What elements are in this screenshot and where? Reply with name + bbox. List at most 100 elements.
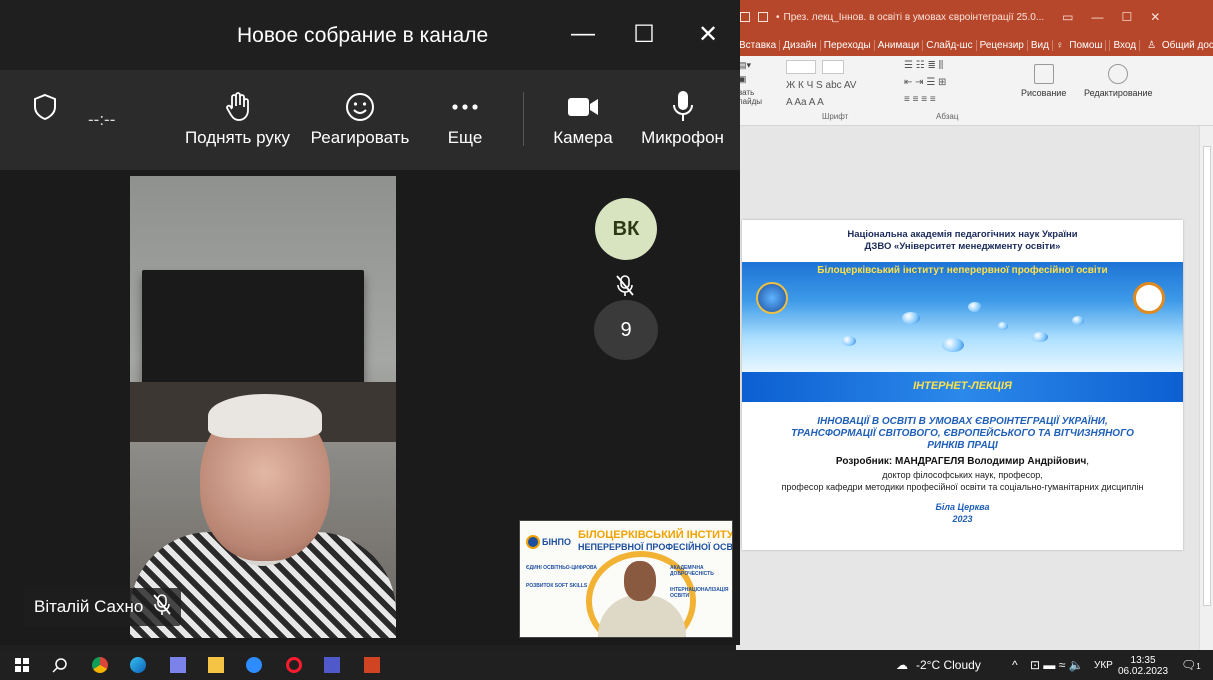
ppt-maximize-button[interactable]: ☐ (1122, 10, 1133, 24)
institute-logo-left (756, 282, 788, 314)
react-button[interactable]: Реагировать (305, 86, 415, 148)
participant-name: Віталій Сахно (34, 597, 144, 616)
institute-name: Білоцерківський інститут неперервної про… (817, 265, 1108, 276)
pip-title: БІЛОЦЕРКІВСЬКИЙ ІНСТИТУТ НЕПЕРЕРВНОЇ ПРО… (578, 529, 733, 552)
university-logo-right (1133, 282, 1165, 314)
logo-icon (526, 535, 540, 549)
ppt-minimize-button[interactable]: — (1092, 10, 1104, 24)
windows-start-icon[interactable] (14, 657, 30, 673)
tab-design[interactable]: Дизайн (780, 39, 821, 51)
camera-button[interactable]: Камера (548, 86, 618, 148)
bipno-logo: БІНПО (526, 535, 571, 549)
taskbar: ☁ -2°C Cloudy ^ ⊡ ▬ ≈ 🔈 УКР 13:35 06.02.… (0, 650, 1213, 680)
ppt-titlebar: • През. лекц_Іннов. в освіті в умовах єв… (736, 0, 1213, 34)
edge-icon[interactable] (130, 657, 146, 673)
tab-help[interactable]: ♀ Помош (1053, 39, 1111, 51)
slide-editor[interactable]: Національна академія педагогічних наук У… (736, 126, 1213, 650)
font-group: Ж К Ч S abc AV A Aa A A (786, 60, 896, 114)
shield-button[interactable] (30, 86, 60, 128)
layout-icon[interactable]: ▣ (738, 74, 778, 88)
participant-avatar[interactable]: ВК (595, 198, 657, 260)
slides-group: ▤▾ ▣ вать лайды (738, 60, 778, 106)
teams-app-icon[interactable] (170, 657, 186, 673)
tab-insert[interactable]: Вставка (736, 39, 781, 51)
edit-button[interactable]: Редактирование (1084, 64, 1153, 98)
save-icon[interactable] (740, 12, 750, 22)
align-buttons[interactable]: ≡ ≡ ≡ ≡ (904, 94, 1004, 105)
chrome-icon[interactable] (92, 657, 108, 673)
slide[interactable]: Національна академія педагогічних наук У… (742, 220, 1183, 550)
author: Розробник: МАНДРАГЕЛЯ Володимир Андрійов… (835, 456, 1090, 467)
weather-icon[interactable]: ☁ (896, 658, 908, 672)
font-name-field[interactable] (786, 60, 816, 74)
indent-buttons[interactable]: ⇤ ⇥ ☰ ⊞ (904, 77, 1004, 88)
font-group-label: Шрифт (822, 112, 849, 121)
zoom-icon[interactable] (246, 657, 262, 673)
language-indicator[interactable]: УКР (1094, 660, 1113, 671)
present-icon[interactable] (758, 12, 768, 22)
powerpoint-icon[interactable] (364, 657, 380, 673)
clock[interactable]: 13:35 06.02.2023 (1118, 655, 1168, 677)
font-color-buttons[interactable]: A Aa A A (786, 97, 896, 108)
new-slide-icon[interactable]: ▤▾ (738, 60, 778, 74)
ppt-ribbon-tabs: Вставка Дизайн Переходы Анимаци Слайд-шс… (736, 34, 1213, 56)
draw-icon (1033, 64, 1054, 84)
file-explorer-icon[interactable] (208, 657, 224, 673)
find-icon (1108, 64, 1129, 84)
font-size-field[interactable] (822, 60, 844, 74)
participant-video[interactable] (130, 176, 396, 638)
tab-animations[interactable]: Анимаци (875, 39, 924, 51)
search-icon[interactable] (52, 657, 68, 673)
self-video-preview[interactable]: БІНПО БІЛОЦЕРКІВСЬКИЙ ІНСТИТУТ НЕПЕРЕРВН… (519, 520, 733, 638)
author-degree: доктор філософських наук, професор, (882, 470, 1043, 480)
desktop: • През. лекц_Іннов. в освіті в умовах єв… (0, 0, 1213, 680)
more-participants-badge[interactable]: 9 (594, 300, 658, 360)
ppt-ribbon: ▤▾ ▣ вать лайды Ж К Ч S abc AV A Aa A A … (736, 56, 1213, 126)
scrollbar-thumb[interactable] (1203, 146, 1211, 606)
draw-button[interactable]: Рисование (1021, 64, 1066, 98)
slide-header: Національна академія педагогічних наук У… (847, 229, 1078, 252)
water-drop (842, 336, 856, 346)
smile-icon (305, 86, 415, 128)
more-icon (440, 86, 490, 128)
vertical-scrollbar[interactable] (1199, 126, 1213, 650)
weather-text[interactable]: -2°C Cloudy (916, 658, 981, 672)
water-drop (1032, 332, 1048, 342)
login-link[interactable]: Вход (1110, 39, 1141, 51)
microphone-button[interactable]: Микрофон (635, 86, 730, 148)
share-button[interactable]: ♙ Общий доступ (1144, 39, 1213, 51)
tab-view[interactable]: Вид (1028, 39, 1053, 51)
lecture-type-bar: ІНТЕРНЕТ-ЛЕКЦІЯ (742, 372, 1183, 402)
tab-transitions[interactable]: Переходы (821, 39, 875, 51)
microphone-icon (635, 86, 730, 128)
notifications-icon[interactable]: 🗨1 (1181, 658, 1201, 672)
water-drop (942, 338, 964, 352)
lecture-topic: ІННОВАЦІЇ В ОСВІТІ В УМОВАХ ЄВРОІНТЕГРАЦ… (791, 416, 1134, 451)
raise-hand-button[interactable]: Поднять руку (180, 86, 295, 148)
close-button[interactable]: ✕ (690, 20, 726, 49)
presenter (598, 557, 686, 637)
opera-icon[interactable] (286, 657, 302, 673)
teams-icon[interactable] (324, 657, 340, 673)
paragraph-group-label: Абзац (936, 112, 959, 121)
toolbar-divider (523, 92, 524, 146)
shield-icon (30, 86, 60, 128)
maximize-button[interactable]: ☐ (626, 20, 662, 49)
meeting-title: Новое собрание в канале (237, 24, 489, 47)
tray-icons[interactable]: ⊡ ▬ ≈ 🔈 (1030, 658, 1084, 672)
participant-hair (208, 394, 322, 438)
water-drop (968, 302, 982, 312)
year: 2023 (952, 514, 973, 524)
show-hidden-icons[interactable]: ^ (1012, 658, 1018, 672)
ribbon-display-icon[interactable]: ▭ (1062, 10, 1073, 24)
ppt-close-button[interactable]: ✕ (1150, 10, 1160, 24)
water-drop (998, 322, 1008, 330)
more-button[interactable]: Еще (440, 86, 490, 148)
minimize-button[interactable]: — (565, 20, 601, 48)
font-format-buttons[interactable]: Ж К Ч S abc AV (786, 80, 896, 91)
tab-review[interactable]: Рецензир (977, 39, 1028, 51)
tab-slideshow[interactable]: Слайд-шс (923, 39, 977, 51)
hand-icon (180, 86, 295, 128)
list-buttons[interactable]: ☰ ☷ ≣ ⫼ (904, 60, 1004, 71)
mic-off-icon (615, 275, 635, 302)
